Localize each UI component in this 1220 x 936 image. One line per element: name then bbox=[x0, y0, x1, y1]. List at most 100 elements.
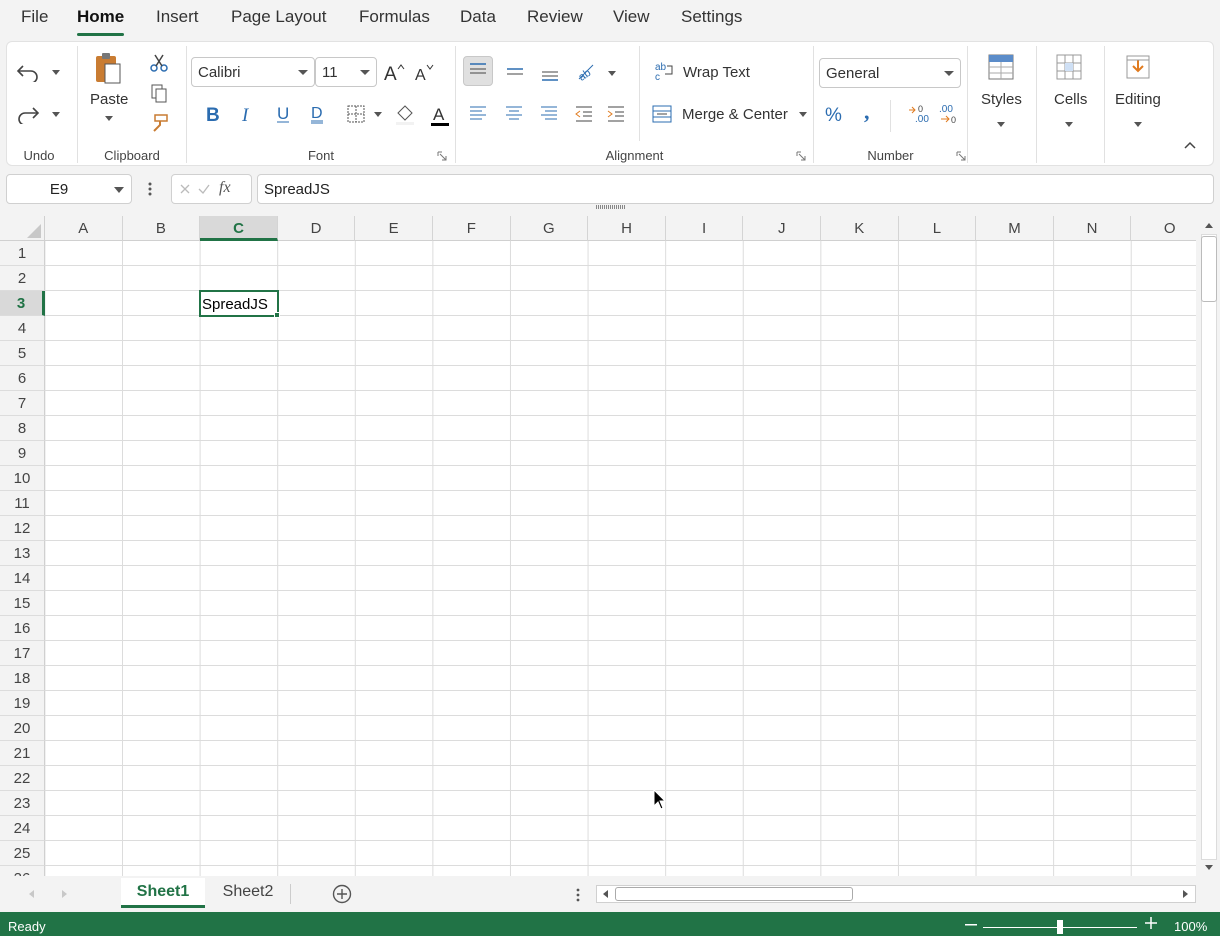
tab-insert[interactable]: Insert bbox=[156, 7, 199, 27]
cells-button[interactable]: Cells bbox=[1054, 91, 1087, 108]
percent-icon[interactable]: % bbox=[822, 102, 846, 126]
fill-handle[interactable] bbox=[274, 312, 280, 318]
increase-font-icon[interactable]: A bbox=[383, 60, 405, 84]
align-bottom-icon[interactable] bbox=[538, 64, 562, 84]
column-header-c[interactable]: C bbox=[200, 216, 278, 241]
undo-dropdown-icon[interactable] bbox=[52, 70, 60, 75]
row-header-17[interactable]: 17 bbox=[0, 641, 45, 666]
align-middle-icon[interactable] bbox=[503, 62, 527, 82]
row-header-6[interactable]: 6 bbox=[0, 366, 45, 391]
row-header-21[interactable]: 21 bbox=[0, 741, 45, 766]
column-header-o[interactable]: O bbox=[1131, 216, 1196, 241]
row-header-16[interactable]: 16 bbox=[0, 616, 45, 641]
more-options-icon[interactable] bbox=[145, 180, 155, 198]
zoom-out-icon[interactable] bbox=[964, 921, 978, 929]
row-header-7[interactable]: 7 bbox=[0, 391, 45, 416]
vertical-scroll-track[interactable] bbox=[1201, 234, 1217, 860]
horizontal-scroll-thumb[interactable] bbox=[615, 887, 853, 901]
row-header-15[interactable]: 15 bbox=[0, 591, 45, 616]
add-sheet-icon[interactable] bbox=[331, 883, 353, 905]
font-launcher-icon[interactable] bbox=[437, 148, 447, 161]
comma-style-icon[interactable]: , bbox=[856, 102, 880, 126]
scroll-left-icon[interactable] bbox=[600, 889, 610, 899]
copy-icon[interactable] bbox=[148, 82, 170, 104]
column-header-g[interactable]: G bbox=[511, 216, 589, 241]
column-header-i[interactable]: I bbox=[666, 216, 744, 241]
column-header-f[interactable]: F bbox=[433, 216, 511, 241]
scroll-right-icon[interactable] bbox=[1181, 889, 1191, 899]
tab-data[interactable]: Data bbox=[460, 7, 496, 27]
orientation-dropdown-icon[interactable] bbox=[608, 71, 616, 76]
decrease-indent-icon[interactable] bbox=[572, 104, 596, 124]
editing-group[interactable]: Editing bbox=[1105, 42, 1173, 167]
editing-dropdown-icon[interactable] bbox=[1134, 122, 1142, 127]
row-header-8[interactable]: 8 bbox=[0, 416, 45, 441]
name-box[interactable]: E9 bbox=[6, 174, 132, 204]
merge-center-icon[interactable] bbox=[650, 102, 674, 126]
sheet-tab-sheet2[interactable]: Sheet2 bbox=[207, 878, 289, 908]
vertical-scrollbar[interactable] bbox=[1198, 216, 1220, 878]
styles-group[interactable]: Styles bbox=[968, 42, 1036, 167]
row-header-24[interactable]: 24 bbox=[0, 816, 45, 841]
formula-input[interactable]: SpreadJS bbox=[257, 174, 1214, 204]
underline-icon[interactable]: U bbox=[271, 102, 295, 126]
row-header-25[interactable]: 25 bbox=[0, 841, 45, 866]
spreadsheet-grid[interactable]: 1 2 3 4 5 6 7 8 9 10 11 12 13 14 15 16 17 18 19 20 21 22 23 24 2… bbox=[0, 216, 1196, 876]
font-family-select[interactable]: Calibri bbox=[191, 57, 315, 87]
row-header-9[interactable]: 9 bbox=[0, 441, 45, 466]
decrease-font-icon[interactable]: A bbox=[413, 60, 435, 84]
double-underline-icon[interactable]: D bbox=[305, 102, 329, 126]
row-header-3[interactable]: 3 bbox=[0, 291, 45, 316]
sheet-tab-sheet1[interactable]: Sheet1 bbox=[121, 878, 205, 908]
increase-indent-icon[interactable] bbox=[604, 104, 628, 124]
number-format-select[interactable]: General bbox=[819, 58, 961, 88]
row-header-1[interactable]: 1 bbox=[0, 241, 45, 266]
alignment-launcher-icon[interactable] bbox=[796, 148, 806, 161]
align-center-icon[interactable] bbox=[502, 104, 526, 124]
scroll-up-icon[interactable] bbox=[1203, 219, 1215, 231]
tab-home[interactable]: Home bbox=[77, 7, 125, 36]
increase-decimal-icon[interactable]: .00 0 bbox=[906, 102, 932, 126]
row-header-10[interactable]: 10 bbox=[0, 466, 45, 491]
row-header-23[interactable]: 23 bbox=[0, 791, 45, 816]
tab-page-layout[interactable]: Page Layout bbox=[231, 7, 326, 27]
format-painter-icon[interactable] bbox=[148, 112, 170, 134]
vertical-scroll-thumb[interactable] bbox=[1201, 236, 1217, 302]
cut-icon[interactable] bbox=[148, 52, 170, 74]
row-header-12[interactable]: 12 bbox=[0, 516, 45, 541]
zoom-level[interactable]: 100% bbox=[1174, 919, 1207, 934]
cells-dropdown-icon[interactable] bbox=[1065, 122, 1073, 127]
wrap-text-button[interactable]: Wrap Text bbox=[683, 64, 750, 81]
paste-dropdown-icon[interactable] bbox=[105, 116, 113, 121]
tab-splitter-icon[interactable] bbox=[574, 887, 582, 903]
column-header-h[interactable]: H bbox=[588, 216, 666, 241]
row-header-18[interactable]: 18 bbox=[0, 666, 45, 691]
scroll-down-icon[interactable] bbox=[1203, 862, 1215, 874]
row-header-13[interactable]: 13 bbox=[0, 541, 45, 566]
borders-dropdown-icon[interactable] bbox=[374, 112, 382, 117]
row-header-22[interactable]: 22 bbox=[0, 766, 45, 791]
merge-center-button[interactable]: Merge & Center bbox=[682, 106, 788, 123]
styles-button[interactable]: Styles bbox=[981, 91, 1022, 108]
align-left-icon[interactable] bbox=[466, 104, 490, 124]
zoom-in-icon[interactable] bbox=[1144, 916, 1158, 930]
prev-sheet-icon[interactable] bbox=[26, 888, 36, 900]
borders-icon[interactable] bbox=[344, 102, 368, 126]
formula-bar-splitter[interactable] bbox=[596, 205, 626, 209]
row-header-4[interactable]: 4 bbox=[0, 316, 45, 341]
align-right-icon[interactable] bbox=[537, 104, 561, 124]
styles-dropdown-icon[interactable] bbox=[997, 122, 1005, 127]
row-header-20[interactable]: 20 bbox=[0, 716, 45, 741]
row-header-14[interactable]: 14 bbox=[0, 566, 45, 591]
paste-icon[interactable] bbox=[92, 50, 124, 86]
insert-function-button[interactable]: fx bbox=[219, 179, 231, 197]
wrap-text-icon[interactable]: ab c bbox=[652, 59, 676, 83]
undo-icon[interactable] bbox=[15, 62, 41, 84]
fill-color-icon[interactable] bbox=[393, 102, 417, 126]
font-color-icon[interactable]: A bbox=[428, 102, 452, 128]
column-header-n[interactable]: N bbox=[1054, 216, 1132, 241]
decrease-decimal-icon[interactable]: .00 0 bbox=[936, 102, 962, 126]
zoom-slider-handle[interactable] bbox=[1057, 920, 1063, 934]
column-header-d[interactable]: D bbox=[278, 216, 356, 241]
cancel-icon[interactable] bbox=[178, 182, 192, 196]
